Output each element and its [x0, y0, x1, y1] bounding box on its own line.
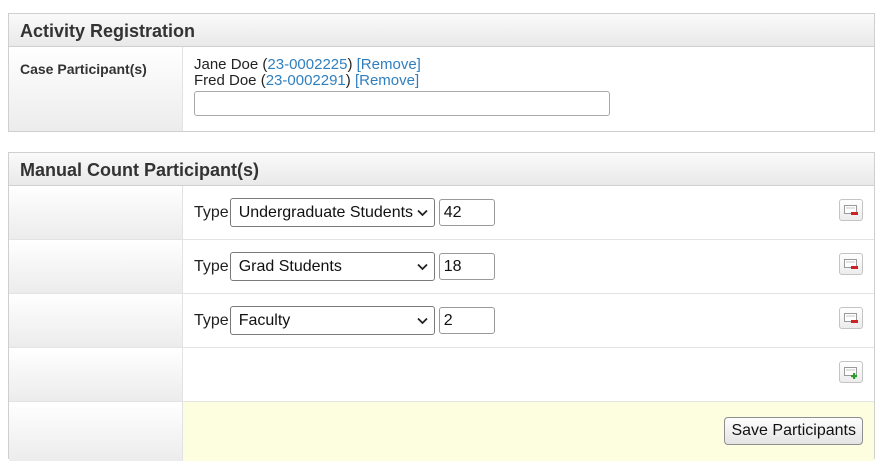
- count-row-content: Type Grad Students 18: [183, 240, 874, 293]
- participant-case-link[interactable]: 23-0002291: [266, 72, 346, 89]
- activity-registration-title: Activity Registration: [9, 14, 874, 47]
- type-label: Type: [194, 203, 229, 221]
- remove-participant-link[interactable]: [Remove]: [357, 56, 421, 73]
- activity-registration-panel: Activity Registration Case Participant(s…: [8, 13, 875, 132]
- case-participants-content: Jane Doe (23-0002225) [Remove] Fred Doe …: [183, 47, 874, 131]
- case-participants-row: Case Participant(s) Jane Doe (23-0002225…: [9, 47, 874, 131]
- participant-item: Fred Doe (23-0002291) [Remove]: [194, 72, 420, 89]
- participant-name: Fred Doe: [194, 72, 257, 89]
- participant-name: Jane Doe: [194, 56, 259, 73]
- remove-row-icon: [844, 205, 858, 215]
- count-row-label: [9, 240, 183, 293]
- type-label: Type: [194, 311, 229, 329]
- manual-count-title: Manual Count Participant(s): [9, 153, 874, 186]
- participant-type-select[interactable]: Grad Students: [229, 252, 435, 281]
- participant-type-select[interactable]: Faculty: [229, 306, 435, 335]
- save-row: Save Participants: [9, 402, 874, 461]
- count-input[interactable]: 42: [438, 199, 495, 226]
- chevron-down-icon: [417, 317, 428, 324]
- count-row: Type Undergraduate Students 42: [9, 186, 874, 240]
- save-participants-button[interactable]: Save Participants: [724, 417, 863, 445]
- add-row: [9, 348, 874, 402]
- count-row-label: [9, 294, 183, 347]
- add-row-content: [183, 348, 874, 401]
- participant-type-select[interactable]: Undergraduate Students: [229, 198, 435, 227]
- count-input[interactable]: 2: [438, 307, 495, 334]
- remove-row-button[interactable]: [839, 253, 863, 275]
- count-input[interactable]: 18: [438, 253, 495, 280]
- count-row-content: Type Undergraduate Students 42: [183, 186, 874, 239]
- count-row: Type Grad Students 18: [9, 240, 874, 294]
- remove-participant-link[interactable]: [Remove]: [355, 72, 419, 89]
- participant-search-input[interactable]: [194, 91, 610, 116]
- participant-item: Jane Doe (23-0002225) [Remove]: [194, 56, 421, 73]
- add-row-icon: [844, 367, 857, 379]
- add-row-label: [9, 348, 183, 401]
- selected-type: Undergraduate Students: [238, 203, 414, 221]
- remove-row-button[interactable]: [839, 307, 863, 329]
- remove-row-icon: [844, 259, 858, 269]
- chevron-down-icon: [417, 209, 428, 216]
- remove-row-icon: [844, 313, 858, 323]
- count-row-label: [9, 186, 183, 239]
- add-row-button[interactable]: [839, 361, 863, 383]
- count-row-content: Type Faculty 2: [183, 294, 874, 347]
- remove-row-button[interactable]: [839, 199, 863, 221]
- selected-type: Grad Students: [238, 257, 342, 275]
- save-row-label: [9, 402, 183, 461]
- case-participants-label: Case Participant(s): [9, 47, 183, 131]
- selected-type: Faculty: [238, 311, 291, 329]
- participant-case-link[interactable]: 23-0002225: [267, 56, 347, 73]
- count-row: Type Faculty 2: [9, 294, 874, 348]
- save-row-content: Save Participants: [183, 402, 874, 461]
- manual-count-panel: Manual Count Participant(s) Type Undergr…: [8, 152, 875, 461]
- chevron-down-icon: [417, 263, 428, 270]
- type-label: Type: [194, 257, 229, 275]
